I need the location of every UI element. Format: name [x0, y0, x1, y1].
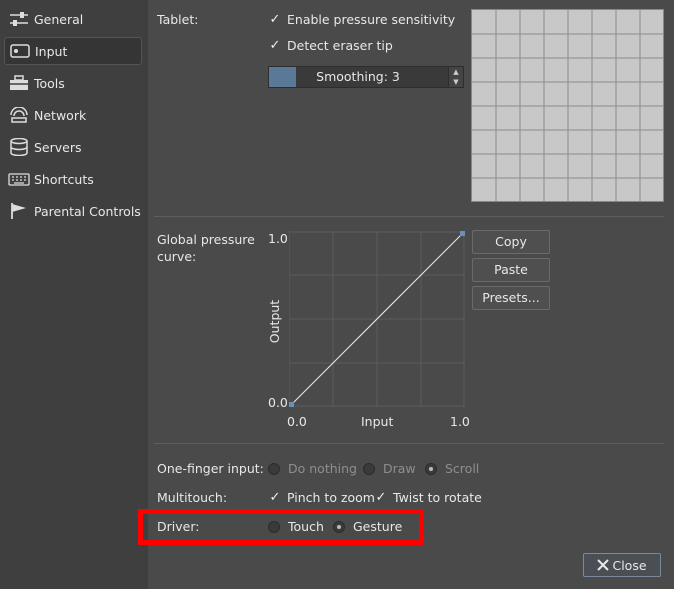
section-divider: [154, 216, 664, 217]
sidebar-item-label: Network: [34, 107, 87, 123]
network-icon: [8, 105, 30, 125]
curve-y-min: 0.0: [268, 395, 288, 410]
checkbox-label: Twist to rotate: [393, 490, 482, 505]
sliders-icon: [8, 9, 30, 29]
section-divider: [154, 443, 664, 444]
sidebar-item-label: Parental Controls: [34, 203, 141, 219]
radio-scroll[interactable]: Scroll: [425, 461, 479, 476]
sidebar-item-network[interactable]: Network: [4, 101, 142, 129]
smoothing-slider[interactable]: Smoothing: 3 ▲ ▼: [268, 66, 464, 88]
checkbox-label: Detect eraser tip: [287, 38, 393, 53]
radio-draw[interactable]: Draw: [363, 461, 416, 476]
sidebar-item-label: General: [34, 11, 84, 27]
driver-highlight-box: [138, 509, 424, 545]
tablet-area-preview: [471, 9, 664, 202]
sidebar-item-tools[interactable]: Tools: [4, 69, 142, 97]
checkmark-icon: ✓: [269, 490, 281, 505]
flag-icon: [8, 201, 30, 221]
curve-point-start: [289, 402, 294, 407]
sidebar-item-input[interactable]: Input: [4, 37, 142, 65]
spin-down-icon[interactable]: ▼: [449, 77, 463, 87]
twist-to-rotate-checkbox[interactable]: ✓ Twist to rotate: [374, 490, 482, 505]
presets-button[interactable]: Presets...: [472, 286, 550, 310]
paste-button[interactable]: Paste: [472, 258, 550, 282]
sidebar-item-servers[interactable]: Servers: [4, 133, 142, 161]
sidebar-item-general[interactable]: General: [4, 5, 142, 33]
curve-x-axis-label: Input: [361, 414, 394, 429]
smoothing-spinner[interactable]: ▲ ▼: [448, 67, 463, 87]
checkmark-icon: ✓: [269, 12, 281, 27]
pinch-to-zoom-checkbox[interactable]: ✓ Pinch to zoom: [268, 490, 375, 505]
checkbox-label: Pinch to zoom: [287, 490, 375, 505]
close-icon: [597, 559, 610, 571]
close-label: Close: [612, 557, 647, 573]
curve-y-axis-label: Output: [267, 299, 283, 344]
checkbox-label: Enable pressure sensitivity: [287, 12, 456, 27]
pressure-curve-editor[interactable]: [288, 231, 465, 407]
curve-x-min: 0.0: [287, 414, 307, 429]
tablet-icon: [9, 41, 31, 61]
sidebar-item-parental-controls[interactable]: Parental Controls: [4, 197, 142, 225]
tablet-label: Tablet:: [157, 12, 199, 27]
pressure-curve-label: Global pressure curve:: [157, 232, 255, 264]
keyboard-icon: [8, 169, 30, 189]
database-icon: [8, 137, 30, 157]
sidebar-item-label: Tools: [34, 75, 65, 91]
sidebar: General Input Tools Network Servers Shor…: [0, 0, 148, 589]
radio-do-nothing[interactable]: Do nothing: [268, 461, 357, 476]
sidebar-item-label: Servers: [34, 139, 82, 155]
multitouch-label: Multitouch:: [157, 490, 228, 505]
checkmark-icon: ✓: [269, 38, 281, 53]
sidebar-item-shortcuts[interactable]: Shortcuts: [4, 165, 142, 193]
toolbox-icon: [8, 73, 30, 93]
smoothing-value: Smoothing: 3: [316, 69, 400, 84]
curve-y-max: 1.0: [268, 231, 288, 246]
curve-point-end: [460, 231, 465, 236]
close-button[interactable]: Close: [583, 553, 661, 577]
detect-eraser-checkbox[interactable]: ✓ Detect eraser tip: [268, 38, 393, 53]
curve-x-max: 1.0: [450, 414, 470, 429]
sidebar-item-label: Input: [35, 43, 68, 59]
sidebar-item-label: Shortcuts: [34, 171, 94, 187]
pressure-sensitivity-checkbox[interactable]: ✓ Enable pressure sensitivity: [268, 12, 456, 27]
checkmark-icon: ✓: [375, 490, 387, 505]
one-finger-label: One-finger input:: [157, 461, 264, 476]
copy-button[interactable]: Copy: [472, 230, 550, 254]
spin-up-icon[interactable]: ▲: [449, 67, 463, 77]
